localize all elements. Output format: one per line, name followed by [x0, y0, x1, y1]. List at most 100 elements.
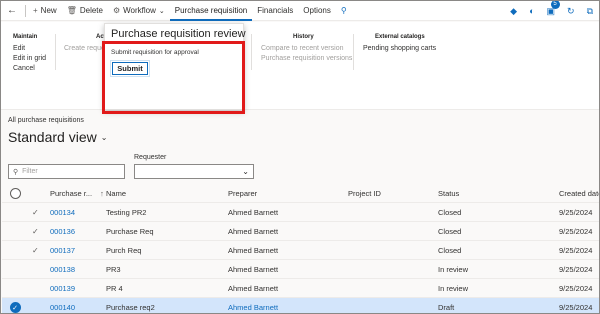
filter-input[interactable]: ⚲ Filter — [8, 164, 125, 179]
column-header-pr[interactable]: Purchase r... ↑ — [50, 184, 104, 203]
select-all-checkbox[interactable] — [8, 184, 22, 203]
submit-button[interactable]: Submit — [111, 61, 149, 76]
toolbar-right-icons: ◆ ◐ ▣ 5 ↻ ⧉ — [510, 1, 593, 21]
refresh-icon[interactable]: ↻ — [567, 6, 575, 17]
row-select-checkbox[interactable] — [8, 279, 22, 298]
workflow-label: Workflow — [123, 6, 156, 15]
cell-preparer: Ahmed Barnett — [228, 265, 279, 274]
page-title: Standard view — [8, 129, 97, 145]
notification-count: 5 — [550, 1, 560, 9]
cell-preparer: Ahmed Barnett — [228, 246, 279, 255]
table-row[interactable]: ✓ 000140 Purchase req2 Ahmed Barnett Draft 9/… — [2, 298, 599, 313]
cell-preparer[interactable]: Ahmed Barnett — [228, 298, 278, 313]
diamond-icon[interactable]: ◆ — [510, 6, 517, 17]
tab-options[interactable]: Options — [298, 1, 336, 21]
search-icon: ⚲ — [340, 6, 347, 15]
view-selector[interactable]: Standard view ⌄ — [8, 129, 107, 145]
row-select-checkbox[interactable] — [8, 241, 22, 260]
group-actions: Act Create reque — [64, 34, 106, 55]
requisition-versions-button[interactable]: Purchase requisition versions — [261, 55, 352, 62]
circle-icon — [9, 188, 21, 199]
column-header-created[interactable]: Created date — [559, 184, 599, 203]
cell-created-date: 9/25/2024 — [559, 246, 593, 255]
pr-number-link[interactable]: 000139 — [50, 279, 75, 298]
row-select-checkbox[interactable] — [8, 203, 22, 222]
cell-name: Purch Req — [106, 246, 142, 255]
search-button[interactable]: ⚲ — [336, 1, 352, 21]
new-button[interactable]: + New — [28, 1, 62, 21]
table-row[interactable]: ✓ 000136 Purchase Req Ahmed Barnett Closed 9/… — [2, 222, 599, 241]
delete-label: Delete — [79, 6, 103, 15]
pr-number-link[interactable]: 000137 — [50, 241, 75, 260]
table-row[interactable]: 000138 PR3 Ahmed Barnett In review 9/25/2024 — [2, 260, 599, 279]
row-select-checkbox[interactable] — [8, 222, 22, 241]
chevron-down-icon: ⌄ — [242, 167, 249, 176]
column-header-preparer[interactable]: Preparer — [228, 184, 257, 203]
pr-number-link[interactable]: 000140 — [50, 298, 75, 313]
chevron-down-icon: ⌄ — [100, 132, 108, 142]
cell-name: PR 4 — [106, 284, 123, 293]
cell-name: Purchase Req — [106, 227, 154, 236]
app-frame: ← + New 🗑 Delete ⚙ Workflow ⌄ Purchase r… — [0, 0, 600, 314]
cell-preparer: Ahmed Barnett — [228, 208, 279, 217]
divider — [25, 4, 26, 17]
cell-created-date: 9/25/2024 — [559, 265, 593, 274]
pr-number-link[interactable]: 000138 — [50, 260, 75, 279]
table-row[interactable]: 000139 PR 4 Ahmed Barnett In review 9/25/202… — [2, 279, 599, 298]
command-bar: ← + New 🗑 Delete ⚙ Workflow ⌄ Purchase r… — [1, 1, 599, 21]
compare-version-button[interactable]: Compare to recent version — [261, 45, 352, 52]
row-select-checkbox[interactable]: ✓ — [8, 298, 22, 313]
cell-created-date: 9/25/2024 — [559, 284, 593, 293]
filter-icon: ⚲ — [13, 168, 19, 176]
row-select-checkbox[interactable] — [8, 260, 22, 279]
popout-icon[interactable]: ⧉ — [587, 6, 593, 17]
group-external-catalogs: External catalogs Pending shopping carts — [363, 34, 436, 55]
cell-status: Closed — [438, 246, 462, 255]
tab-purchase-requisition[interactable]: Purchase requisition — [169, 1, 253, 21]
table-row[interactable]: ✓ 000134 Testing PR2 Ahmed Barnett Closed 9/2… — [2, 203, 599, 222]
pr-number-link[interactable]: 000134 — [50, 203, 75, 222]
checkmark-icon: ✓ — [32, 208, 39, 217]
delete-button[interactable]: 🗑 Delete — [62, 1, 108, 21]
column-header-status[interactable]: Status — [438, 184, 459, 203]
new-label: New — [40, 6, 57, 15]
notifications-button[interactable]: ▣ 5 — [547, 1, 560, 17]
tab-label: Options — [303, 6, 331, 15]
divider — [353, 34, 354, 70]
chevron-down-icon: ⌄ — [158, 7, 165, 15]
row-marker — [32, 260, 44, 279]
create-requisition-button[interactable]: Create reque — [64, 45, 106, 52]
cell-preparer: Ahmed Barnett — [228, 227, 279, 236]
group-history: History Compare to recent version Purcha… — [261, 34, 352, 65]
requisitions-grid: Purchase r... ↑ Name Preparer Project ID… — [2, 184, 599, 313]
row-marker — [32, 279, 44, 298]
cell-status: In review — [438, 265, 469, 274]
edit-in-grid-button[interactable]: Edit in grid — [13, 55, 46, 62]
cell-status: Closed — [438, 227, 462, 236]
pr-number-link[interactable]: 000136 — [50, 222, 75, 241]
workflow-button[interactable]: ⚙ Workflow ⌄ — [108, 1, 170, 21]
back-button[interactable]: ← — [1, 1, 23, 21]
pending-shopping-carts-button[interactable]: Pending shopping carts — [363, 45, 436, 52]
cell-status: In review — [438, 284, 469, 293]
checkmark-icon: ✓ — [32, 227, 39, 236]
requester-dropdown[interactable]: ⌄ — [134, 164, 254, 179]
cancel-button[interactable]: Cancel — [13, 65, 46, 72]
office-icon[interactable]: ◐ — [529, 6, 534, 16]
cell-created-date: 9/25/2024 — [559, 303, 593, 312]
back-arrow-icon: ← — [7, 5, 17, 16]
requester-label: Requester — [134, 154, 167, 161]
tab-financials[interactable]: Financials — [252, 1, 298, 21]
column-header-project[interactable]: Project ID — [348, 184, 381, 203]
checkmark-circle-icon: ✓ — [9, 302, 21, 313]
review-flyout: Purchase requisition review Submit requi… — [104, 23, 246, 110]
edit-button[interactable]: Edit — [13, 45, 46, 52]
cell-name: PR3 — [106, 265, 121, 274]
column-header-name[interactable]: Name — [106, 184, 126, 203]
row-marker — [32, 298, 44, 313]
flyout-subtitle: Submit requisition for approval — [111, 49, 199, 56]
table-row[interactable]: ✓ 000137 Purch Req Ahmed Barnett Closed 9/25/… — [2, 241, 599, 260]
cell-created-date: 9/25/2024 — [559, 227, 593, 236]
cell-name: Testing PR2 — [106, 208, 147, 217]
cell-name: Purchase req2 — [106, 303, 155, 312]
